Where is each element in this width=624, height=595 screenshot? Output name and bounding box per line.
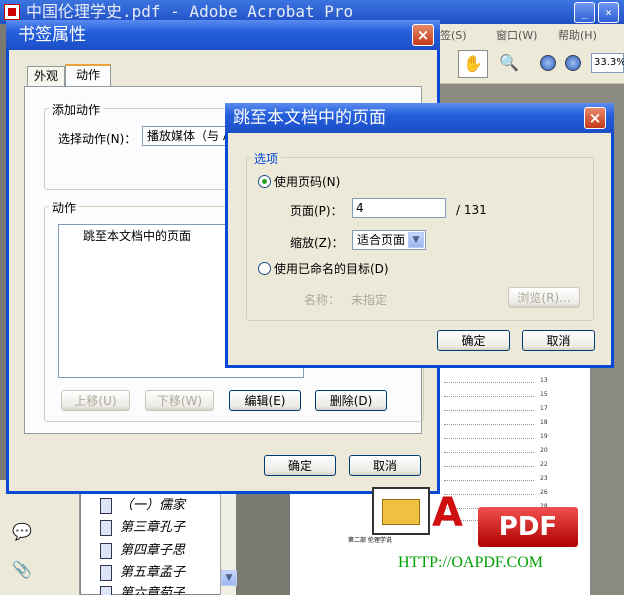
bookmark-item[interactable]: 第六章荀子	[100, 582, 185, 595]
goto-cancel-button[interactable]: 取消	[522, 330, 595, 351]
navigation-pane-strip: 💬 📎	[0, 480, 80, 595]
page-total: / 131	[456, 203, 487, 217]
bookmark-item[interactable]: 第五章孟子	[100, 561, 185, 583]
edit-button[interactable]: 编辑(E)	[229, 390, 301, 411]
zoom-tool-icon[interactable]: 🔍	[498, 52, 520, 74]
zoom-level-input[interactable]: 33.3%	[591, 53, 624, 73]
watermark-letter: A	[432, 490, 463, 536]
menu-sign[interactable]: 签(S)	[440, 27, 467, 43]
bookmark-item[interactable]: （一）儒家	[100, 494, 185, 516]
bookmark-label: （一）儒家	[120, 498, 186, 513]
bookmarks-scrollbar[interactable]: ▼	[220, 480, 237, 595]
menu-help[interactable]: 帮助(H)	[558, 27, 597, 43]
toc-page-number: 22	[540, 461, 548, 468]
move-down-button[interactable]: 下移(W)	[145, 390, 214, 411]
toc-line	[444, 396, 534, 397]
goto-dialog-title: 跳至本文档中的页面	[233, 108, 386, 128]
minimize-icon[interactable]: _	[574, 2, 595, 23]
scroll-down-icon[interactable]: ▼	[221, 570, 237, 586]
toc-line	[444, 424, 534, 425]
bookmark-icon	[100, 564, 112, 581]
bookmark-label: 第三章孔子	[120, 520, 186, 535]
folder-shape	[382, 499, 420, 525]
toc-page-number: 26	[540, 489, 548, 496]
select-action-dropdown[interactable]: 播放媒体（与 Acr	[142, 126, 226, 146]
zoom-label: 缩放(Z)：	[290, 236, 344, 250]
bookmark-icon	[100, 497, 112, 514]
watermark-pdf-badge: PDF	[478, 507, 578, 547]
delete-button[interactable]: 删除(D)	[315, 390, 387, 411]
attachment-icon[interactable]: 📎	[12, 560, 32, 579]
use-named-destination-label: 使用已命名的目标(D)	[274, 262, 389, 276]
hand-tool-icon[interactable]: ✋	[458, 50, 488, 78]
select-action-label: 选择动作(N)：	[58, 132, 137, 146]
toc-page-number: 13	[540, 377, 548, 384]
toc-line	[444, 480, 534, 481]
comments-icon[interactable]: 💬	[12, 522, 32, 541]
move-up-button[interactable]: 上移(U)	[61, 390, 130, 411]
close-icon[interactable]: ×	[412, 24, 434, 46]
folder-logo-icon	[372, 487, 430, 535]
toc-page-number: 18	[540, 419, 548, 426]
close-window-icon[interactable]: ×	[598, 2, 619, 23]
menu-bar: 签(S) 窗口(W) 帮助(H)	[438, 24, 624, 44]
toc-page-number: 23	[540, 475, 548, 482]
use-page-number-label: 使用页码(N)	[274, 175, 341, 189]
bookmark-properties-title-bar: 书签属性 ×	[6, 20, 440, 50]
add-action-group-label: 添加动作	[49, 101, 104, 118]
dialog-title: 书签属性	[18, 25, 86, 45]
menu-window[interactable]: 窗口(W)	[496, 27, 537, 43]
bookmark-item[interactable]: 第四章子思	[100, 539, 185, 561]
page-heading: 第二部 伦理学说	[348, 537, 392, 544]
tab-appearance[interactable]: 外观	[27, 66, 65, 86]
actions-group-label: 动作	[49, 199, 80, 216]
zoom-out-icon[interactable]	[540, 55, 556, 71]
toc-line	[444, 382, 534, 383]
ok-button[interactable]: 确定	[264, 455, 336, 476]
cancel-button[interactable]: 取消	[349, 455, 421, 476]
use-page-number-radio[interactable]	[258, 175, 271, 188]
toc-line	[444, 438, 534, 439]
bookmark-label: 第四章子思	[120, 543, 186, 558]
watermark-url: HTTP://OAPDF.COM	[398, 554, 543, 571]
zoom-in-icon[interactable]	[565, 55, 581, 71]
options-group-label: 选项	[251, 150, 282, 167]
bookmark-icon	[100, 585, 112, 595]
name-label: 名称：	[304, 293, 341, 307]
toc-page-number: 19	[540, 433, 548, 440]
toc-line	[444, 452, 534, 453]
tab-actions[interactable]: 动作	[65, 64, 111, 86]
bookmark-label: 第六章荀子	[120, 586, 186, 595]
goto-close-icon[interactable]: ×	[584, 107, 606, 129]
bookmark-icon	[100, 542, 112, 559]
bookmark-label: 第五章孟子	[120, 565, 186, 580]
page-label: 页面(P)：	[290, 204, 343, 218]
zoom-select-value: 适合页面	[357, 233, 406, 247]
page-number-input[interactable]: 4	[352, 198, 446, 218]
toc-line	[444, 410, 534, 411]
toc-page-number: 17	[540, 405, 548, 412]
use-named-destination-radio[interactable]	[258, 262, 271, 275]
toc-page-number: 20	[540, 447, 548, 454]
chevron-down-icon[interactable]: ▼	[408, 232, 424, 248]
action-list-item[interactable]: 跳至本文档中的页面	[83, 227, 191, 244]
goto-page-title-bar: 跳至本文档中的页面 ×	[225, 103, 614, 133]
bookmark-item[interactable]: 第三章孔子	[100, 516, 185, 538]
name-value: 未指定	[351, 293, 388, 307]
toc-page-number: 15	[540, 391, 548, 398]
toc-line	[444, 466, 534, 467]
zoom-select[interactable]: 适合页面 ▼	[352, 230, 426, 250]
goto-ok-button[interactable]: 确定	[437, 330, 510, 351]
browse-button[interactable]: 浏览(R)...	[508, 287, 580, 308]
pdf-file-icon	[4, 4, 20, 20]
bookmark-icon	[100, 519, 112, 536]
